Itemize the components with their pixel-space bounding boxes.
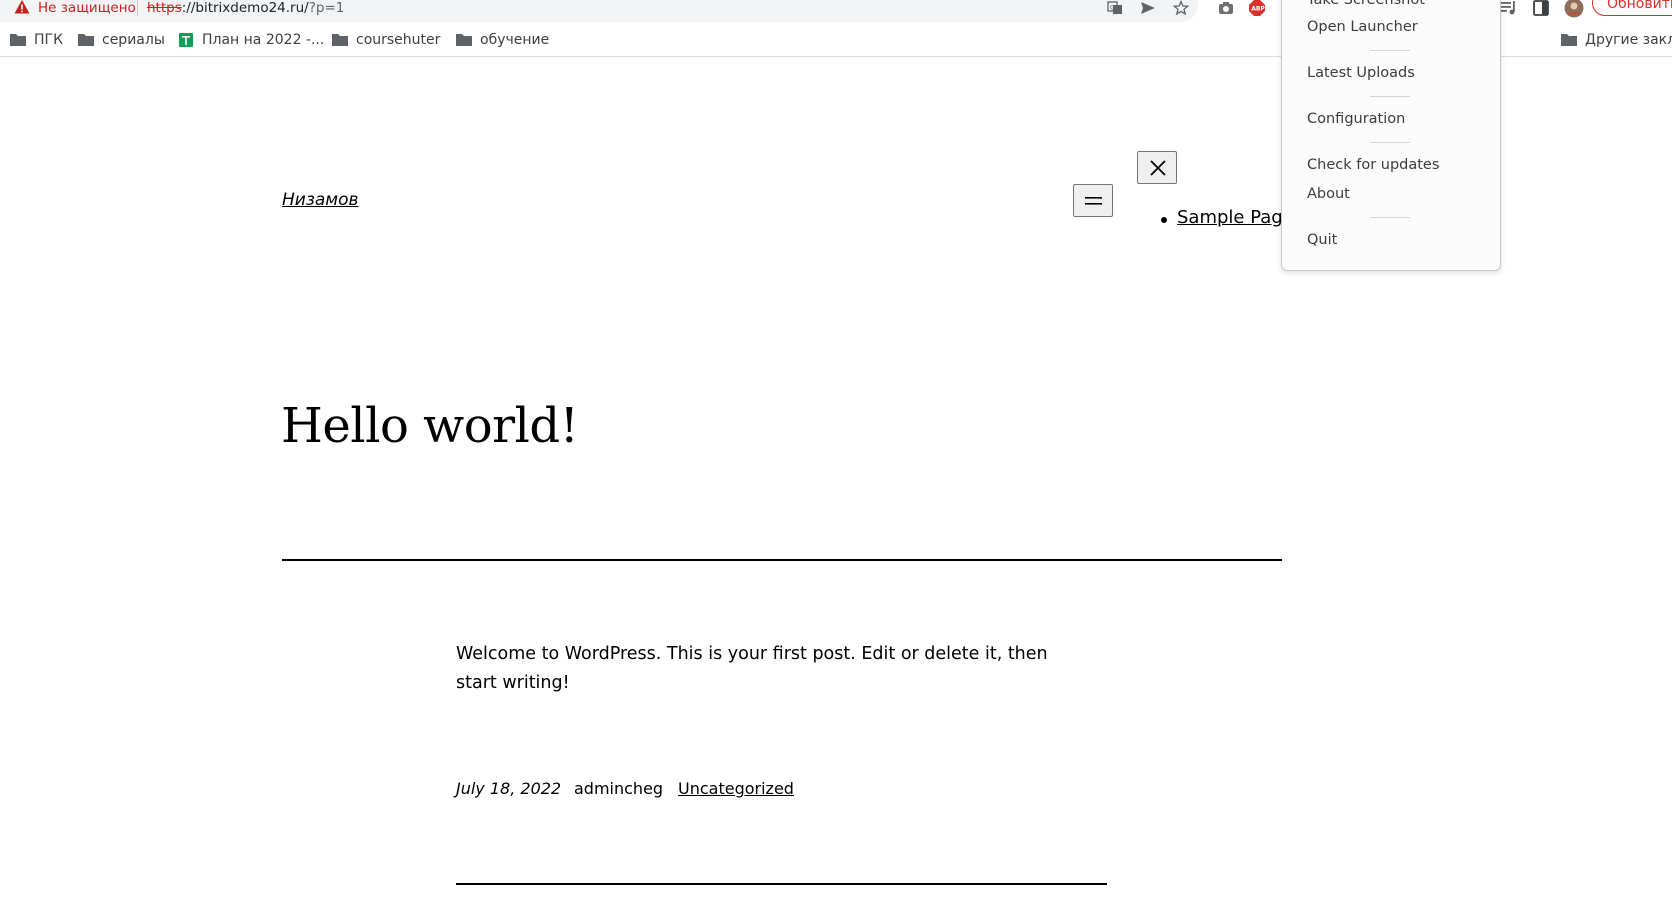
menu-item-take-screenshot[interactable]: Take Screenshot bbox=[1307, 0, 1425, 8]
menu-separator bbox=[1370, 142, 1410, 143]
nav-link-sample-page[interactable]: Sample Page bbox=[1177, 207, 1294, 228]
update-button[interactable]: Обновить bbox=[1592, 0, 1672, 16]
send-icon[interactable] bbox=[1140, 0, 1156, 16]
bookmark-label: обучение bbox=[480, 32, 550, 48]
menu-separator bbox=[1370, 217, 1410, 218]
bookmark-item[interactable]: обучение bbox=[456, 24, 549, 56]
post-author: admincheg bbox=[574, 779, 664, 798]
security-label[interactable]: Не защищено bbox=[38, 0, 136, 16]
svg-text:ABP: ABP bbox=[1251, 6, 1265, 13]
avatar[interactable] bbox=[1564, 0, 1584, 18]
translate-icon[interactable]: G bbox=[1107, 0, 1123, 16]
post-date: July 18, 2022 bbox=[456, 779, 562, 798]
menu-item-latest-uploads[interactable]: Latest Uploads bbox=[1307, 65, 1415, 81]
menu-item-about[interactable]: About bbox=[1307, 186, 1350, 202]
separator bbox=[282, 559, 1282, 561]
bookmark-item[interactable]: coursehuter bbox=[332, 24, 440, 56]
bookmark-item[interactable]: ПГК bbox=[10, 24, 63, 56]
other-bookmarks-label: Другие закла bbox=[1585, 32, 1672, 48]
bookmark-item[interactable]: План на 2022 -... bbox=[178, 24, 324, 56]
close-menu-button[interactable] bbox=[1137, 151, 1177, 184]
post-title: Hello world! bbox=[281, 398, 579, 454]
sheets-icon bbox=[179, 33, 193, 47]
context-menu: Take Screenshot Open Launcher Latest Upl… bbox=[1281, 0, 1501, 271]
url-text[interactable]: https://bitrixdemo24.ru/?p=1 bbox=[147, 0, 344, 16]
url-scheme: https bbox=[147, 0, 182, 16]
site-title[interactable]: Низамов bbox=[282, 190, 359, 210]
other-bookmarks[interactable]: Другие закла bbox=[1561, 24, 1672, 56]
bookmark-item[interactable]: сериалы bbox=[78, 24, 165, 56]
media-icon[interactable] bbox=[1500, 0, 1518, 17]
adblock-icon[interactable]: ABP bbox=[1248, 0, 1266, 17]
star-icon[interactable] bbox=[1173, 0, 1189, 16]
folder-icon bbox=[456, 34, 472, 46]
close-icon bbox=[1150, 160, 1166, 176]
address-bar[interactable]: Не защищено https://bitrixdemo24.ru/?p=1… bbox=[0, 0, 1198, 22]
folder-icon bbox=[1561, 34, 1577, 46]
bookmark-label: coursehuter bbox=[356, 32, 441, 48]
svg-text:G: G bbox=[1110, 5, 1115, 12]
separator bbox=[456, 883, 1107, 885]
url-host: ://bitrixdemo24.ru/ bbox=[181, 0, 309, 16]
url-path: ?p=1 bbox=[308, 0, 345, 16]
warning-icon bbox=[14, 0, 30, 14]
folder-icon bbox=[78, 34, 94, 46]
nav-bullet bbox=[1161, 217, 1167, 223]
menu-separator bbox=[1370, 96, 1410, 97]
url-divider bbox=[137, 0, 138, 16]
folder-icon bbox=[332, 34, 348, 46]
post-excerpt: Welcome to WordPress. This is your first… bbox=[456, 644, 1048, 693]
sidepanel-icon[interactable] bbox=[1532, 0, 1550, 17]
menu-item-check-for-updates[interactable]: Check for updates bbox=[1307, 157, 1439, 173]
menu-separator bbox=[1370, 50, 1410, 51]
bookmark-label: План на 2022 -... bbox=[202, 32, 325, 48]
menu-item-quit[interactable]: Quit bbox=[1307, 232, 1337, 248]
bookmark-label: сериалы bbox=[102, 32, 165, 48]
hamburger-icon bbox=[1085, 197, 1102, 205]
post-category[interactable]: Uncategorized bbox=[678, 779, 794, 798]
bookmark-label: ПГК bbox=[34, 32, 64, 48]
menu-button[interactable] bbox=[1073, 184, 1113, 217]
folder-icon bbox=[10, 34, 26, 46]
menu-item-open-launcher[interactable]: Open Launcher bbox=[1307, 19, 1418, 35]
camera-icon[interactable] bbox=[1217, 0, 1235, 17]
menu-item-configuration[interactable]: Configuration bbox=[1307, 111, 1405, 127]
